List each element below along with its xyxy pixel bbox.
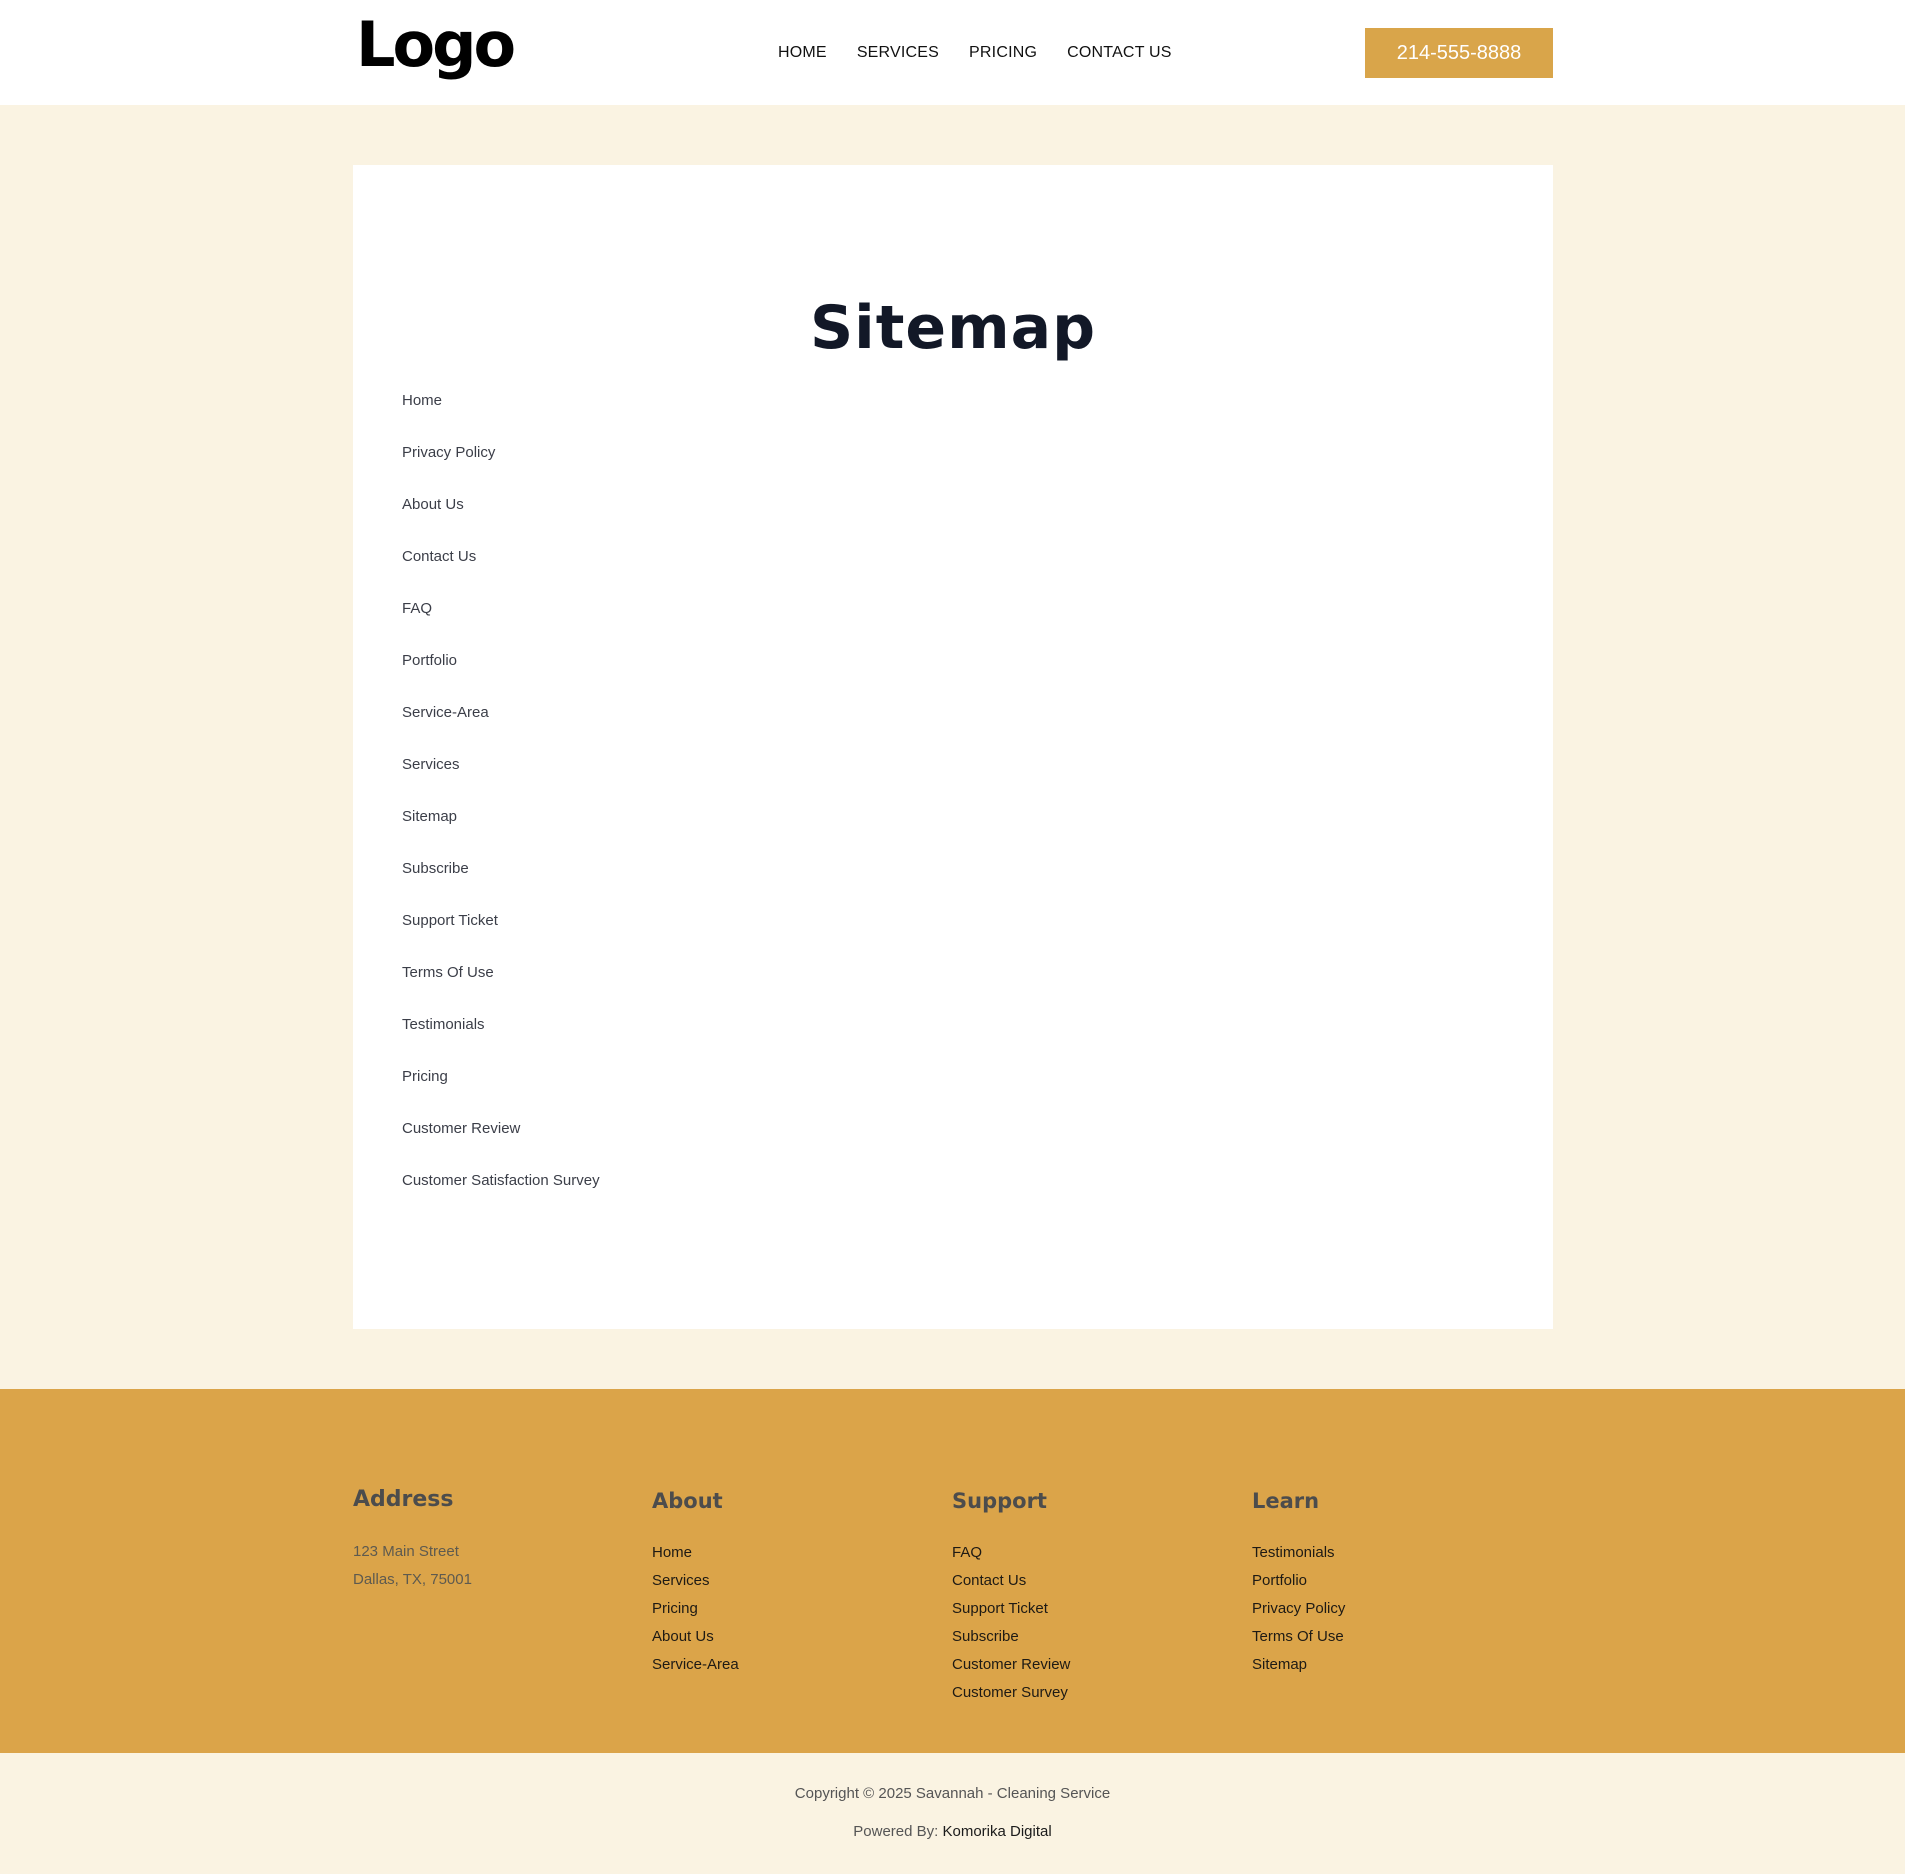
footer-link[interactable]: Terms Of Use xyxy=(1252,1623,1345,1651)
powered-by-link[interactable]: Komorika Digital xyxy=(943,1823,1052,1840)
footer-support: Support FAQ Contact Us Support Ticket Su… xyxy=(952,1489,1070,1707)
footer-support-heading: Support xyxy=(952,1489,1047,1513)
footer-link[interactable]: Portfolio xyxy=(1252,1567,1345,1595)
sitemap-link-home[interactable]: Home xyxy=(402,392,600,444)
sitemap-link-pricing[interactable]: Pricing xyxy=(402,1068,600,1120)
powered-by: Powered By: Komorika Digital xyxy=(0,1823,1905,1840)
page-title: Sitemap xyxy=(809,293,1097,363)
footer-link[interactable]: Pricing xyxy=(652,1595,739,1623)
footer-about: About Home Services Pricing About Us Ser… xyxy=(652,1489,739,1679)
sitemap-link-subscribe[interactable]: Subscribe xyxy=(402,860,600,912)
sitemap-link-terms-of-use[interactable]: Terms Of Use xyxy=(402,964,600,1016)
sitemap-link-service-area[interactable]: Service-Area xyxy=(402,704,600,756)
footer-link[interactable]: Testimonials xyxy=(1252,1539,1345,1567)
footer-link[interactable]: Customer Review xyxy=(952,1651,1070,1679)
site-logo[interactable]: Logo xyxy=(356,14,516,76)
sitemap-card: Sitemap Home Privacy Policy About Us Con… xyxy=(353,165,1553,1329)
footer-link[interactable]: Service-Area xyxy=(652,1651,739,1679)
site-header: Logo HOME SERVICES PRICING CONTACT US 21… xyxy=(0,0,1905,105)
footer-link[interactable]: FAQ xyxy=(952,1539,1070,1567)
site-footer: Address 123 Main Street Dallas, TX, 7500… xyxy=(0,1389,1905,1753)
sitemap-link-customer-satisfaction-survey[interactable]: Customer Satisfaction Survey xyxy=(402,1172,600,1224)
nav-services[interactable]: SERVICES xyxy=(857,44,939,62)
phone-button[interactable]: 214-555-8888 xyxy=(1365,28,1553,78)
footer-learn-heading: Learn xyxy=(1252,1489,1320,1513)
sitemap-link-testimonials[interactable]: Testimonials xyxy=(402,1016,600,1068)
sitemap-link-sitemap[interactable]: Sitemap xyxy=(402,808,600,860)
bottom-bar: Copyright © 2025 Savannah - Cleaning Ser… xyxy=(0,1753,1905,1874)
footer-link[interactable]: Privacy Policy xyxy=(1252,1595,1345,1623)
nav-home[interactable]: HOME xyxy=(778,44,827,62)
nav-contact-us[interactable]: CONTACT US xyxy=(1067,44,1172,62)
sitemap-link-contact-us[interactable]: Contact Us xyxy=(402,548,600,600)
sitemap-link-services[interactable]: Services xyxy=(402,756,600,808)
footer-link[interactable]: Services xyxy=(652,1567,739,1595)
footer-address-heading: Address xyxy=(353,1487,454,1512)
footer-link[interactable]: Support Ticket xyxy=(952,1595,1070,1623)
footer-learn: Learn Testimonials Portfolio Privacy Pol… xyxy=(1252,1489,1345,1679)
sitemap-link-support-ticket[interactable]: Support Ticket xyxy=(402,912,600,964)
footer-address: Address 123 Main Street Dallas, TX, 7500… xyxy=(353,1487,472,1594)
footer-link[interactable]: About Us xyxy=(652,1623,739,1651)
nav-pricing[interactable]: PRICING xyxy=(969,44,1037,62)
footer-link[interactable]: Customer Survey xyxy=(952,1679,1070,1707)
footer-link[interactable]: Home xyxy=(652,1539,739,1567)
sitemap-link-privacy-policy[interactable]: Privacy Policy xyxy=(402,444,600,496)
sitemap-link-customer-review[interactable]: Customer Review xyxy=(402,1120,600,1172)
sitemap-link-about-us[interactable]: About Us xyxy=(402,496,600,548)
footer-link[interactable]: Subscribe xyxy=(952,1623,1070,1651)
address-line-2: Dallas, TX, 75001 xyxy=(353,1571,472,1588)
footer-link[interactable]: Sitemap xyxy=(1252,1651,1345,1679)
sitemap-list: Home Privacy Policy About Us Contact Us … xyxy=(402,392,600,1224)
address-line-1: 123 Main Street xyxy=(353,1543,459,1560)
main-nav: HOME SERVICES PRICING CONTACT US xyxy=(778,44,1172,62)
copyright-text: Copyright © 2025 Savannah - Cleaning Ser… xyxy=(794,1785,1111,1802)
footer-about-heading: About xyxy=(652,1489,723,1513)
sitemap-link-portfolio[interactable]: Portfolio xyxy=(402,652,600,704)
powered-by-label: Powered By: xyxy=(853,1823,939,1840)
footer-link[interactable]: Contact Us xyxy=(952,1567,1070,1595)
sitemap-link-faq[interactable]: FAQ xyxy=(402,600,600,652)
